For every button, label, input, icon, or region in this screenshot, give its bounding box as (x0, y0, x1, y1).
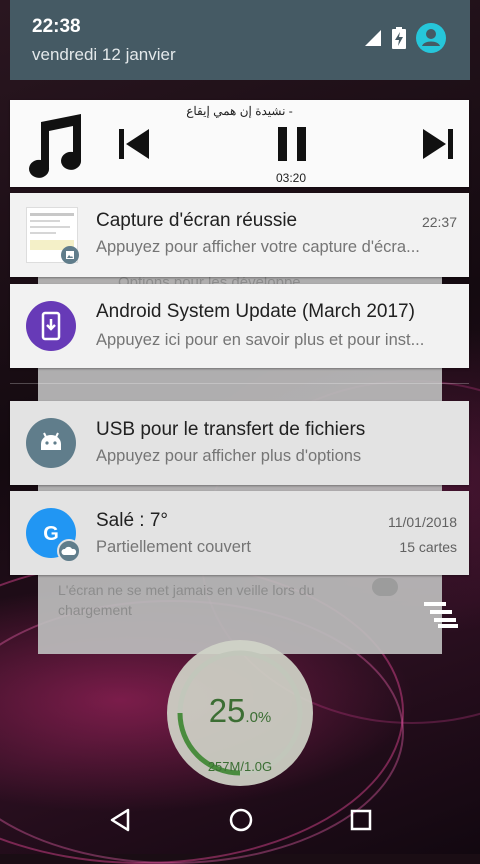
media-notification[interactable]: - نشيدة إن همي إيقاع 03:20 (10, 100, 469, 187)
notification-date: 11/01/2018 (387, 514, 457, 530)
notification-title: Capture d'écran réussie (96, 210, 298, 231)
notification-screenshot[interactable]: Capture d'écran réussie 22:37 Appuyez po… (10, 193, 469, 277)
image-icon (61, 246, 79, 264)
memory-usage-widget[interactable]: 25.0% 257M/1.0G (167, 640, 313, 786)
signal-icon (364, 29, 382, 52)
notification-title: Android System Update (March 2017) (96, 301, 415, 322)
pause-icon[interactable] (272, 122, 312, 166)
recents-icon[interactable] (349, 808, 373, 837)
status-icons (364, 22, 446, 58)
android-icon (26, 418, 76, 468)
notification-text: Appuyez pour afficher plus d'options (96, 447, 362, 465)
skip-next-icon[interactable] (418, 124, 458, 164)
system-update-icon (26, 301, 76, 351)
account-icon[interactable] (416, 22, 446, 58)
memory-used: 257M/1.0G (207, 759, 273, 774)
notification-text: Appuyez ici pour en savoir plus et pour … (96, 331, 425, 349)
background-text: chargement (58, 602, 132, 618)
notification-divider (10, 383, 469, 384)
home-icon[interactable] (228, 807, 254, 838)
screenshot-thumbnail (26, 207, 79, 264)
clock: 22:38 (32, 16, 81, 37)
notification-shade-header[interactable]: 22:38 vendredi 12 janvier (10, 0, 470, 80)
background-text: L'écran ne se met jamais en veille lors … (58, 582, 315, 598)
notification-title: USB pour le transfert de fichiers (96, 419, 366, 440)
memory-percent: 25.0% (208, 692, 272, 729)
floating-menu-icon[interactable] (424, 600, 460, 630)
notification-title: Salé : 7° (96, 510, 169, 531)
date: vendredi 12 janvier (32, 45, 176, 64)
notification-system-update[interactable]: Android System Update (March 2017) Appuy… (10, 284, 469, 368)
battery-charging-icon (392, 26, 406, 54)
skip-previous-icon[interactable] (114, 124, 154, 164)
music-note-icon (22, 114, 86, 178)
notification-weather[interactable]: G Salé : 7° 11/01/2018 Partiellement cou… (10, 491, 469, 575)
google-icon: G (26, 508, 81, 563)
notification-text: Appuyez pour afficher votre capture d'éc… (96, 238, 420, 256)
cloud-icon (57, 539, 81, 563)
notification-text: Partiellement couvert (96, 538, 251, 556)
media-elapsed: 03:20 (275, 171, 307, 185)
svg-text:G: G (43, 523, 59, 545)
notification-usb[interactable]: USB pour le transfert de fichiers Appuye… (10, 401, 469, 485)
notification-time: 22:37 (421, 214, 457, 230)
notification-cards-count: 15 cartes (399, 539, 457, 555)
back-icon[interactable] (107, 807, 133, 838)
navigation-bar (0, 790, 480, 854)
background-toggle (372, 578, 398, 596)
